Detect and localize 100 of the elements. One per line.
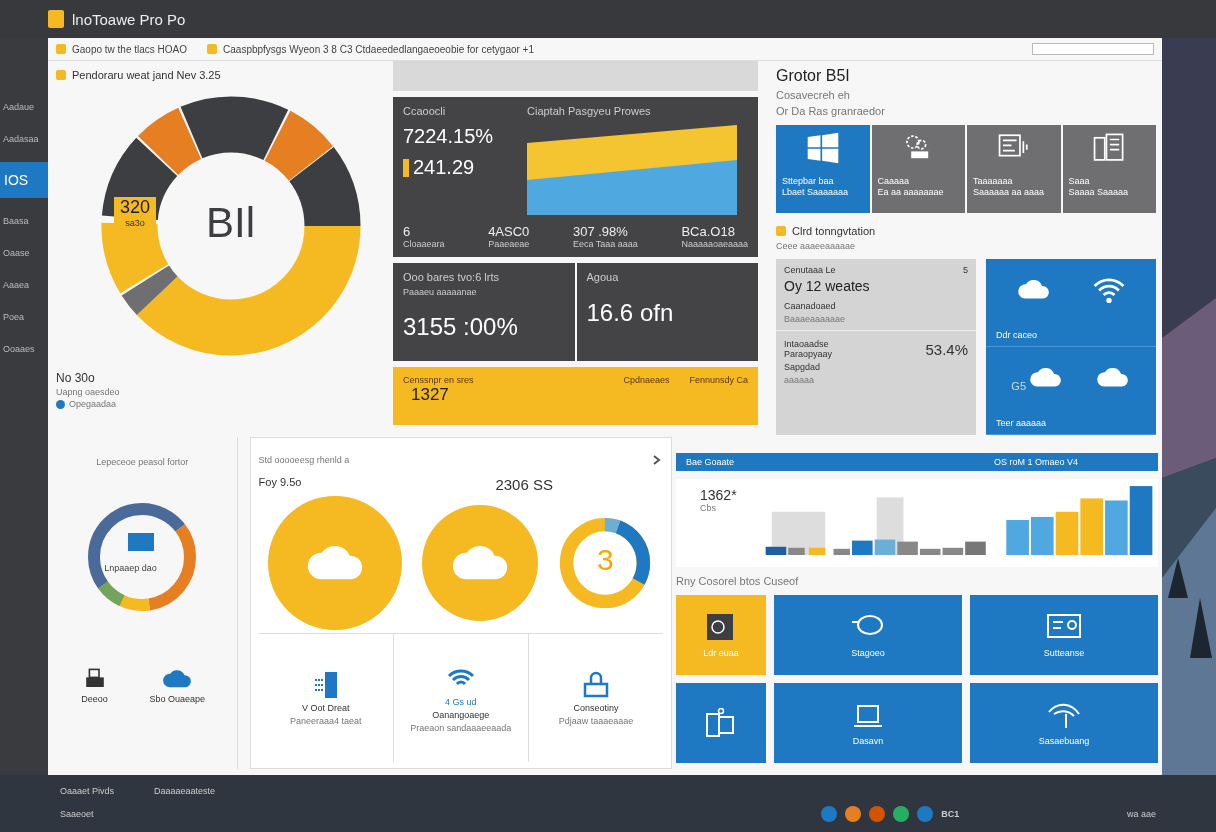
ring-value: 3: [595, 543, 615, 577]
chart-title: Ciaptah Pasgyeu Prowes: [527, 105, 652, 117]
stat-label: Paaeaeae: [488, 239, 530, 249]
cell-title: V Oot Dreat: [301, 703, 350, 713]
donut-center-label: BIl: [206, 199, 255, 247]
stat-value: 6: [403, 224, 412, 239]
sidebar-item[interactable]: Aadasaa: [0, 130, 48, 148]
legend-label: Opegaadaa: [69, 399, 117, 409]
card-label: Caanadoaed: [784, 301, 837, 311]
toolbar-item[interactable]: Gaopo tw the tlacs HOAO: [72, 43, 188, 55]
tile-caption: Lbaet Saaaaaaa: [782, 187, 850, 197]
sidebar-item[interactable]: IOS: [0, 162, 48, 198]
card-label: Ccaoocli: [403, 105, 447, 117]
chart-bar: [1030, 516, 1054, 555]
service-tile[interactable]: Taaaaaaa Saaaaaa aa aaaa: [967, 125, 1061, 213]
taskbar-item[interactable]: Daaaaeaateste: [154, 785, 216, 796]
sidebar-item[interactable]: Aadaue: [0, 98, 48, 116]
folder-icon: [56, 44, 66, 54]
network-label: Ddr caceo: [996, 330, 1039, 340]
report-title: OS roM 1 Omaeo V4: [993, 457, 1078, 467]
chart-bar: [1055, 511, 1078, 555]
toolbar-item[interactable]: Caaspbpfysgs Wyeon 3 8 C3 Ctdaeededlangaeoeobie for cetygaor +1: [223, 43, 534, 55]
card-label: Intaoaadse Paraopyaay: [784, 339, 834, 359]
windows-logo-icon: [805, 131, 840, 165]
stat-value: 307 .98%: [572, 224, 629, 239]
card-count: 5: [963, 265, 968, 275]
app-tile[interactable]: Sasaebuang: [970, 683, 1158, 763]
report-tab[interactable]: Bae Goaate: [686, 457, 735, 467]
taskbar-app-icon[interactable]: [821, 805, 838, 822]
stat-value: 4ASC0: [488, 224, 530, 239]
section-heading: Clrd tonngvtation: [792, 225, 876, 237]
taskbar-app-icon[interactable]: [917, 805, 934, 822]
sidebar-item[interactable]: Oaase: [0, 244, 48, 262]
cell-title: Oanangoaege: [432, 709, 490, 720]
tile-label: Taaaaaaa: [973, 176, 1014, 186]
stat-label: Cloaaeara: [403, 239, 445, 249]
summary-caption: Uapng oaesdeo: [56, 387, 121, 397]
cell-caption: Paneeraaa4 taeat: [289, 716, 362, 726]
card-percent: 53.4%: [925, 340, 968, 358]
tile-caption: Saaaa Saaaaa: [1068, 187, 1130, 197]
chart-unit: Cbs: [700, 503, 717, 513]
folder-icon: [776, 226, 786, 236]
taskbar-app-icon[interactable]: [869, 805, 886, 822]
services-title: Grotor B5I: [776, 67, 851, 85]
stat-label: Eeca Taaa aaaa: [572, 239, 638, 249]
service-tile[interactable]: Saaa Saaaa Saaaaa: [1062, 125, 1156, 213]
banner-link[interactable]: Fennunsdy Ca: [689, 375, 748, 385]
section-heading: Lepeceoe peasol fortor: [96, 457, 189, 467]
app-tile[interactable]: Sutteanse: [970, 595, 1158, 675]
app-tile[interactable]: Stagoeo: [774, 595, 962, 675]
ring-center-label: Lnpaaep dao: [104, 563, 157, 573]
chart-bar: [1104, 500, 1128, 555]
sidebar-item[interactable]: Aaaea: [0, 276, 48, 294]
service-tile[interactable]: Caaaaa Ea aa aaaaaaae: [871, 125, 965, 213]
sidebar-item[interactable]: Baasa: [0, 212, 48, 230]
chart-bar: [1129, 486, 1152, 555]
panel-title: Std ooooeesg rhenld a: [258, 455, 350, 465]
section-note: Ceee aaaeeaaaaae: [776, 241, 857, 251]
taskbar-app-icon[interactable]: [893, 805, 910, 822]
search-field[interactable]: [1032, 43, 1154, 55]
card-label: Sapgdad: [784, 362, 822, 372]
summary-title: No 30o: [56, 371, 96, 385]
section-heading: Pendoraru weat jand Nev 3.25: [72, 69, 221, 81]
stat-label: Naaaaaoaeaaaa: [681, 239, 748, 249]
cell-caption: Praeaon sandaaaeeaada: [410, 722, 512, 733]
tile-caption: Saaaaaa aa aaaa: [973, 187, 1046, 197]
sidebar-item[interactable]: Ooaaes: [0, 340, 48, 358]
system-tray: wa aae: [1126, 808, 1156, 819]
app-logo-icon: [48, 10, 64, 28]
services-caption: Or Da Ras granraedor: [776, 105, 886, 117]
tile-caption: Ea aa aaaaaaae: [877, 187, 945, 197]
device-label: Deeoo: [81, 694, 108, 704]
tile-label: Sttepbar baa: [782, 176, 835, 186]
sidebar-item[interactable]: Poea: [0, 308, 48, 326]
metric-title: Agoua: [586, 271, 620, 283]
tile-label: Dasavn: [852, 736, 884, 746]
taskbar-app-icon[interactable]: [845, 805, 862, 822]
tile-label: Stagoeo: [851, 648, 885, 658]
tile-label: Saaa: [1068, 176, 1091, 186]
device-label: Sbo Ouaeape: [149, 694, 206, 704]
card-value: Oy 12 weates: [784, 278, 871, 294]
start-label[interactable]: Saaeoet: [60, 808, 94, 819]
app-title: lnoToawe Pro Po: [72, 10, 186, 28]
cell-caption: Pdjaaw taaaeaaae: [558, 716, 634, 726]
app-tile[interactable]: [676, 683, 766, 763]
chart-value: 1362*: [700, 487, 737, 503]
app-tile[interactable]: Dasavn: [774, 683, 962, 763]
cell-title: Conseotiny: [573, 703, 619, 713]
chart-bar: [1079, 498, 1103, 555]
legend-dot-icon: [56, 399, 65, 409]
chart-bar: [1005, 520, 1029, 555]
metric-caption: Paaaeu aaaaanae: [403, 287, 478, 297]
cell-label: 4 Gs ud: [445, 696, 477, 707]
taskbar-item[interactable]: Oaaaet Pivds: [60, 785, 115, 796]
card-caption: Baaaeaaaaaae: [784, 314, 847, 324]
service-tile[interactable]: Sttepbar baa Lbaet Saaaaaaa: [776, 125, 870, 213]
services-subtitle: Cosavecreh eh: [776, 89, 851, 101]
tile-label: Sutteanse: [1043, 648, 1085, 658]
chevron-icon[interactable]: [651, 454, 663, 466]
taskbar-app-label[interactable]: BC1: [941, 808, 960, 819]
